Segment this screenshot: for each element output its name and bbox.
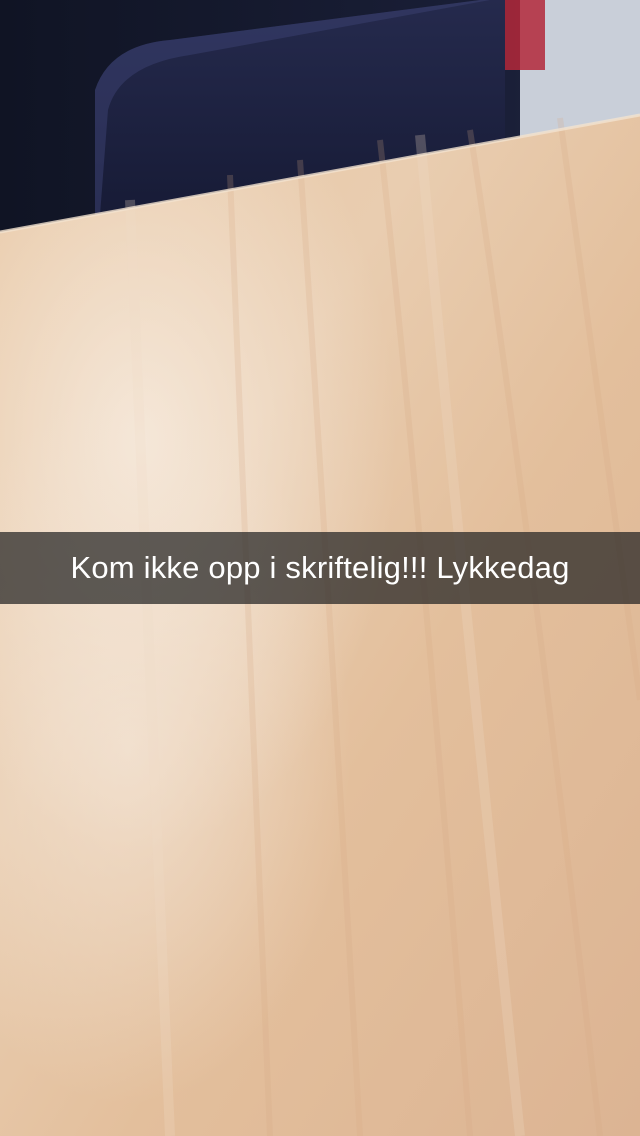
table-surface — [0, 113, 640, 1136]
caption-text: Kom ikke opp i skriftelig!!! Lykkedag — [70, 550, 570, 585]
caption-bar: Kom ikke opp i skriftelig!!! Lykkedag — [0, 532, 640, 604]
snap-photo: Kom ikke opp i skriftelig!!! Lykkedag — [0, 0, 640, 1136]
